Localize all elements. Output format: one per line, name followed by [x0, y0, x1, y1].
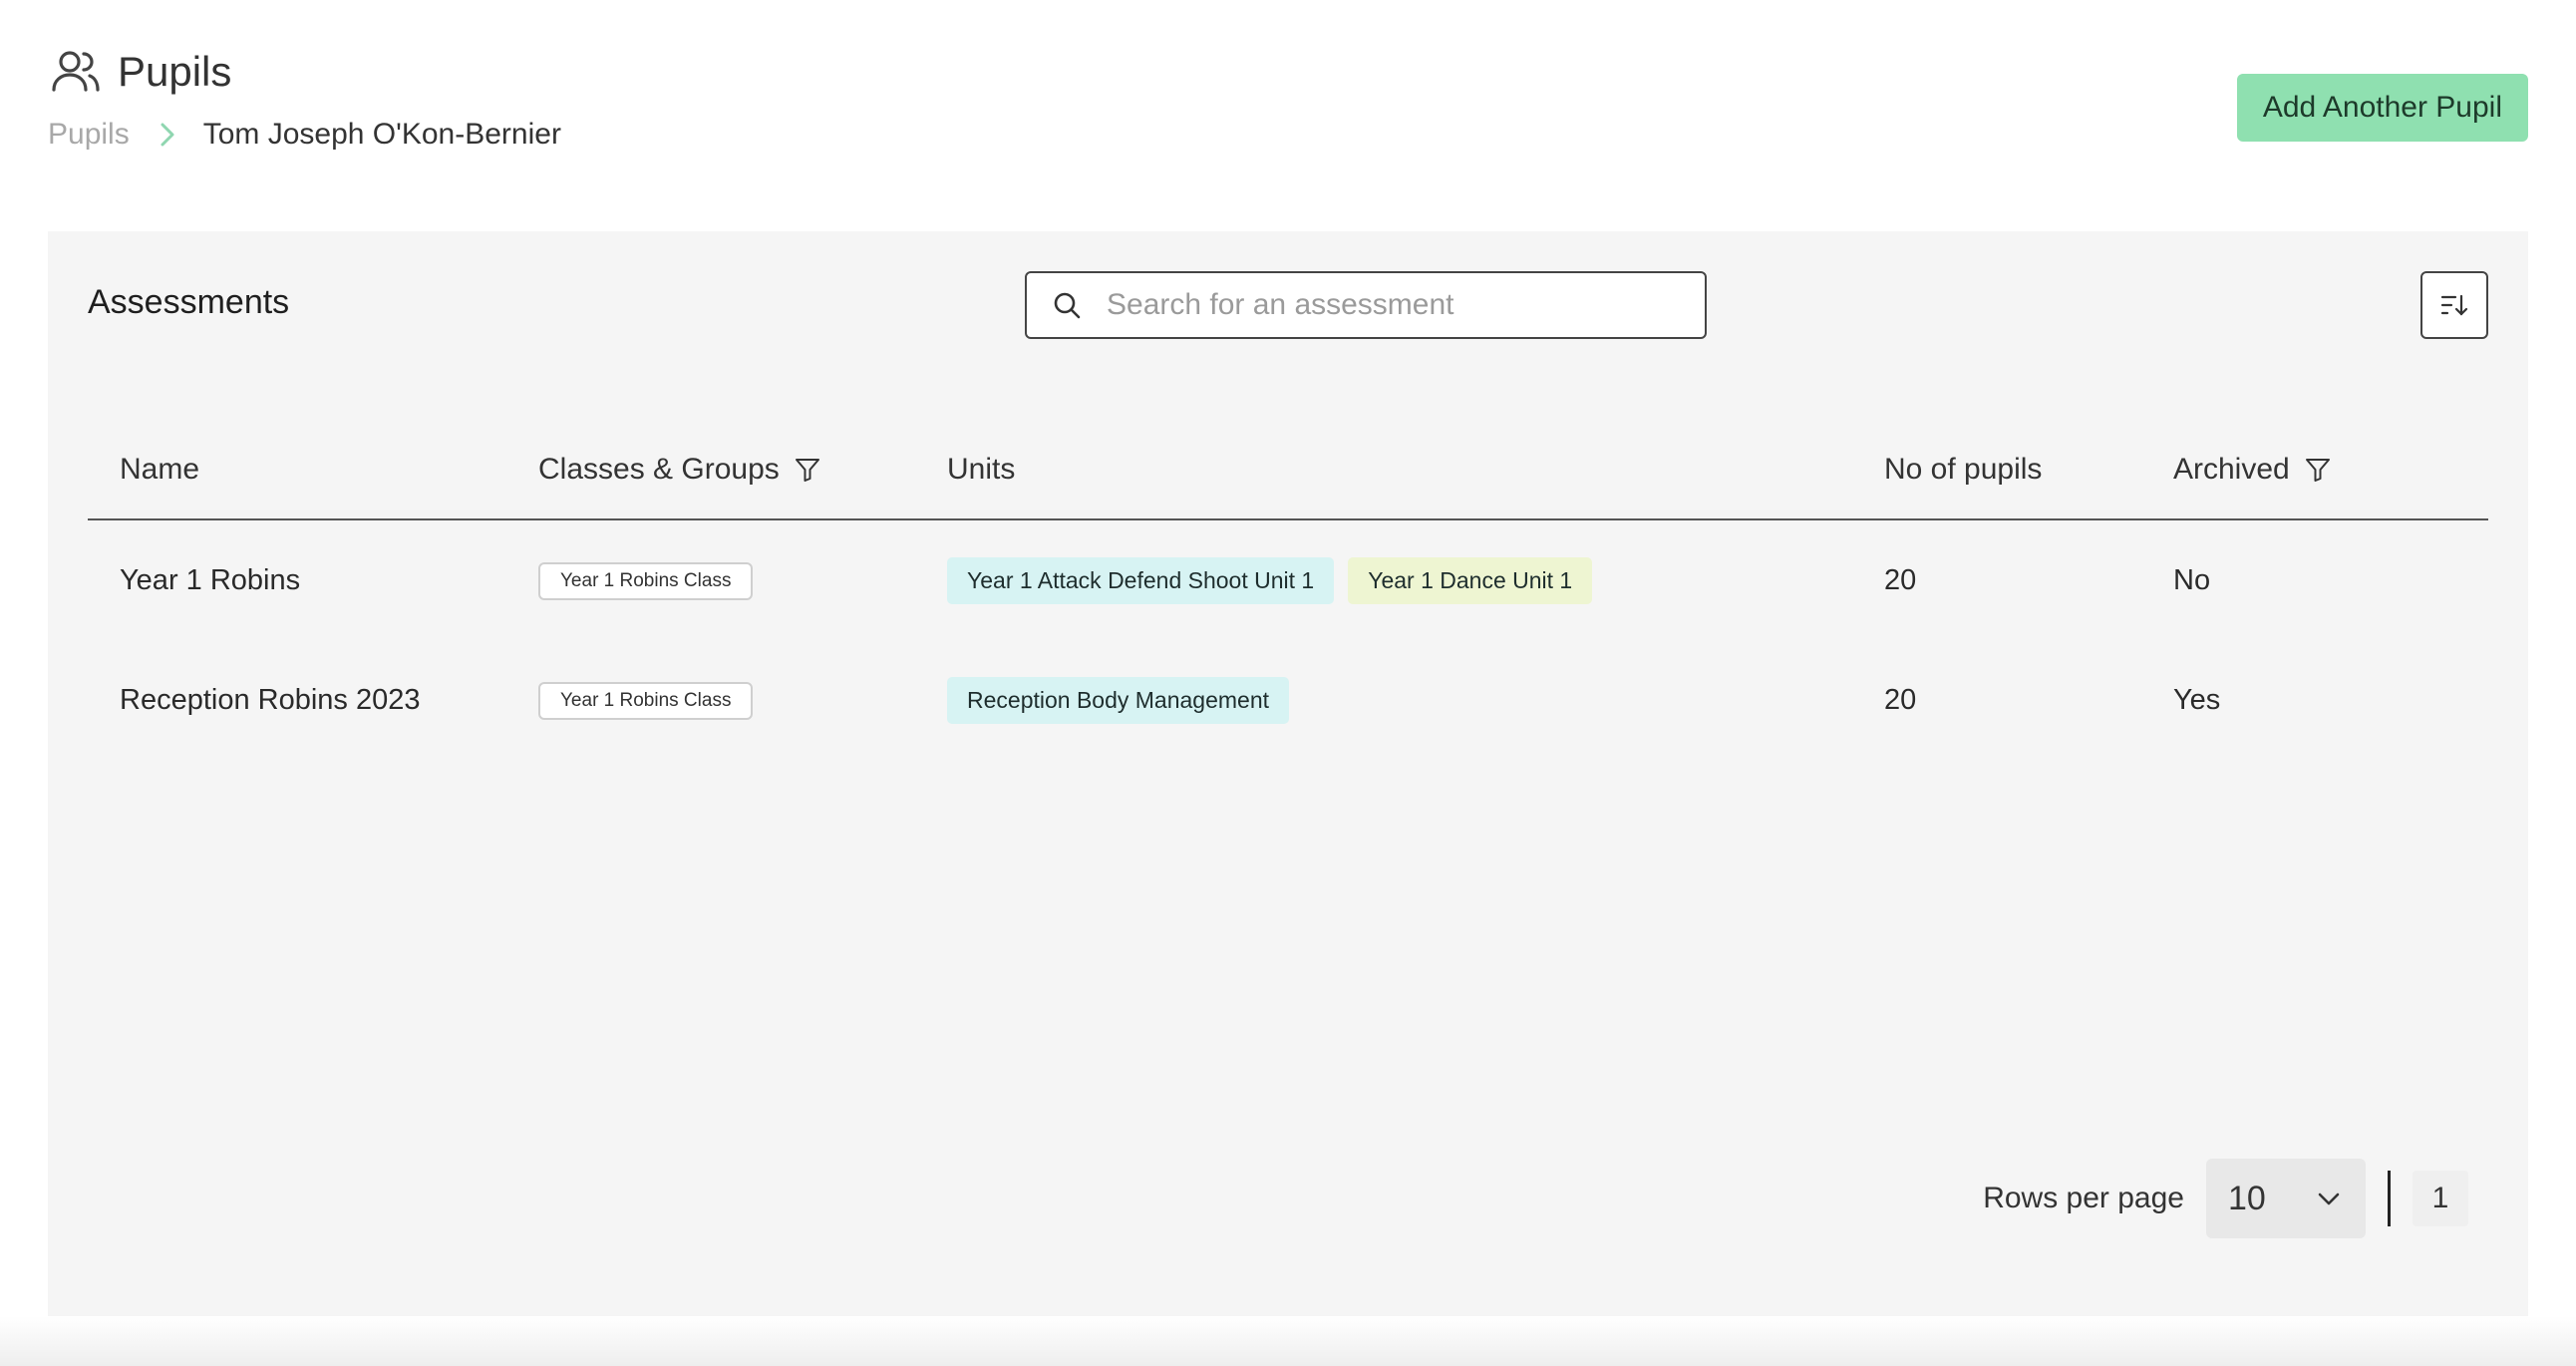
rows-per-page-label: Rows per page — [1983, 1182, 2184, 1214]
search-icon — [1054, 292, 1081, 319]
row-name: Reception Robins 2023 — [120, 683, 421, 716]
pagination: Rows per page 10 1 — [1983, 1159, 2468, 1238]
page-header: Pupils Pupils Tom Joseph O'Kon-Bernier A… — [48, 44, 2528, 173]
breadcrumb: Pupils Tom Joseph O'Kon-Bernier — [48, 118, 2528, 152]
row-pupil-count: 20 — [1884, 563, 1917, 596]
sort-icon — [2440, 294, 2468, 316]
breadcrumb-current: Tom Joseph O'Kon-Bernier — [202, 118, 561, 151]
table-header: Name Classes & Groups Units No of pupils… — [88, 421, 2488, 520]
assessments-title: Assessments — [88, 283, 290, 321]
chevron-right-icon — [152, 120, 181, 150]
rows-per-page-select[interactable]: 10 — [2206, 1159, 2366, 1238]
page: Pupils Pupils Tom Joseph O'Kon-Bernier A… — [0, 0, 2576, 1366]
column-name[interactable]: Name — [88, 453, 538, 487]
row-archived: Yes — [2173, 683, 2221, 716]
search-input[interactable] — [1107, 288, 1685, 322]
search-box[interactable] — [1025, 271, 1707, 339]
users-icon — [48, 44, 104, 100]
title-row: Pupils — [48, 44, 2528, 100]
assessments-panel: Assessments N — [48, 231, 2528, 1316]
sort-button[interactable] — [2420, 271, 2488, 339]
row-pupil-count: 20 — [1884, 683, 1917, 716]
class-tag: Year 1 Robins Class — [538, 681, 754, 720]
pagination-divider — [2388, 1171, 2391, 1226]
row-name: Year 1 Robins — [120, 563, 301, 596]
row-archived: No — [2173, 563, 2211, 596]
filter-icon[interactable] — [794, 456, 821, 484]
unit-tag: Year 1 Dance Unit 1 — [1348, 556, 1593, 604]
bottom-shadow — [0, 1316, 2576, 1366]
filter-icon[interactable] — [2304, 456, 2332, 484]
column-archived: Archived — [2173, 453, 2488, 487]
breadcrumb-pupils-link[interactable]: Pupils — [48, 118, 130, 152]
class-tag: Year 1 Robins Class — [538, 561, 754, 600]
page-title: Pupils — [118, 48, 232, 95]
table-row[interactable]: Reception Robins 2023 Year 1 Robins Clas… — [88, 640, 2488, 760]
column-classes-groups: Classes & Groups — [538, 453, 947, 487]
chevron-down-icon — [2318, 1193, 2340, 1205]
unit-tag: Year 1 Attack Defend Shoot Unit 1 — [947, 556, 1335, 604]
add-another-pupil-button[interactable]: Add Another Pupil — [2236, 74, 2528, 142]
page-number-button[interactable]: 1 — [2413, 1171, 2468, 1226]
unit-tag: Reception Body Management — [947, 676, 1290, 724]
rows-per-page-value: 10 — [2228, 1179, 2266, 1217]
column-no-of-pupils: No of pupils — [1884, 453, 2043, 486]
assessments-table: Name Classes & Groups Units No of pupils… — [88, 421, 2488, 760]
column-units: Units — [947, 453, 1016, 486]
panel-header: Assessments — [48, 231, 2528, 381]
table-row[interactable]: Year 1 Robins Year 1 Robins Class Year 1… — [88, 520, 2488, 640]
